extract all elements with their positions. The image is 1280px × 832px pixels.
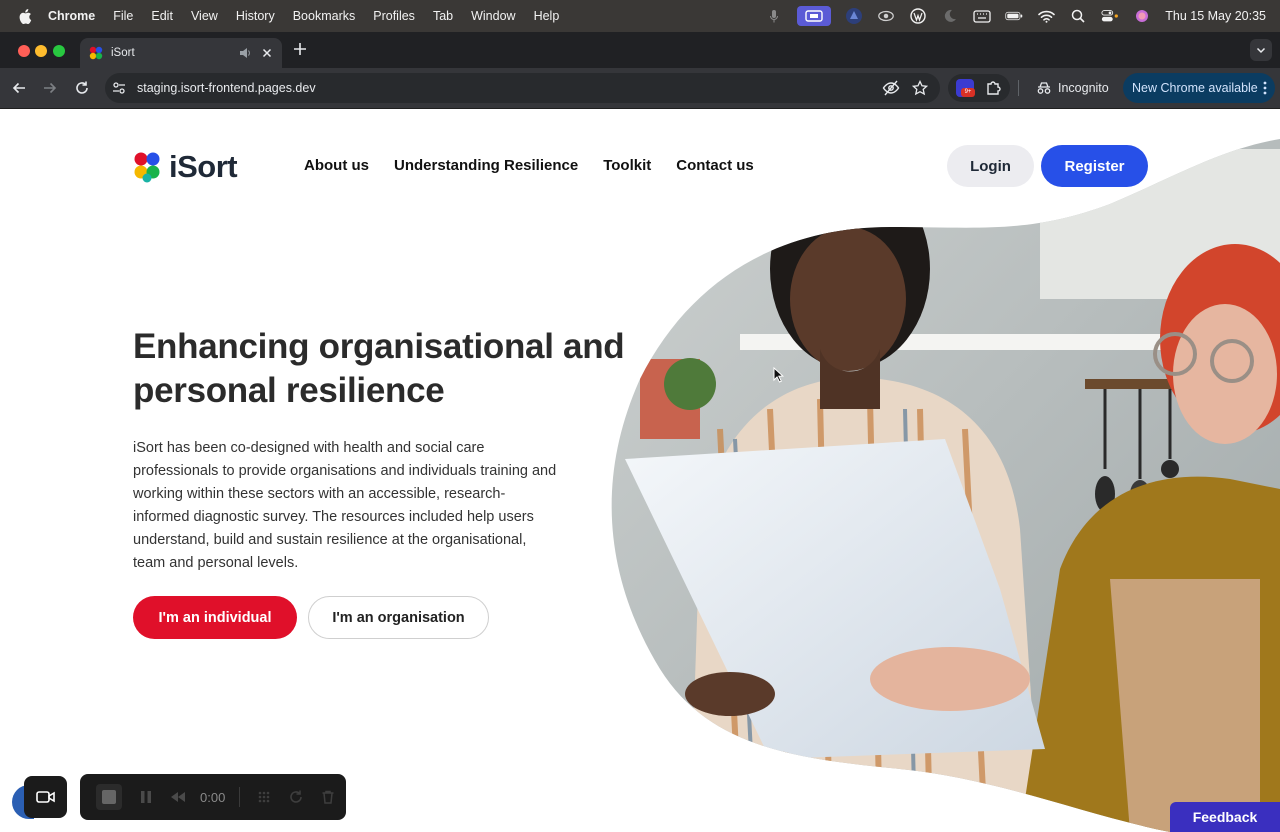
- rings-icon[interactable]: [877, 9, 895, 23]
- login-button[interactable]: Login: [947, 145, 1034, 187]
- forward-arrow-icon[interactable]: [41, 79, 59, 97]
- extensions-group: 9+: [948, 74, 1010, 102]
- hero-description: iSort has been co-designed with health a…: [133, 440, 557, 571]
- isort-logo-icon: [134, 152, 160, 183]
- rewind-icon[interactable]: [170, 789, 186, 805]
- logo-text: iSort: [169, 149, 238, 184]
- organisation-button[interactable]: I'm an organisation: [308, 596, 489, 639]
- individual-button[interactable]: I'm an individual: [133, 596, 297, 639]
- site-settings-icon[interactable]: [111, 80, 127, 96]
- wifi-icon[interactable]: [1037, 9, 1055, 23]
- wordpress-icon[interactable]: [909, 8, 927, 24]
- back-arrow-icon[interactable]: [10, 79, 28, 97]
- siri-icon[interactable]: [1133, 9, 1151, 23]
- bookmark-star-icon[interactable]: [912, 80, 928, 96]
- chevron-down-icon: [1256, 47, 1266, 54]
- restart-icon[interactable]: [288, 789, 304, 805]
- recorder-time: 0:00: [200, 789, 226, 805]
- new-chrome-label: New Chrome available: [1132, 81, 1258, 95]
- active-tab[interactable]: iSort: [80, 38, 282, 68]
- reload-icon[interactable]: [73, 79, 91, 97]
- control-center-icon[interactable]: [1101, 9, 1119, 23]
- menu-tab[interactable]: Tab: [433, 9, 453, 23]
- menu-window[interactable]: Window: [471, 9, 515, 23]
- menu-bookmarks[interactable]: Bookmarks: [293, 9, 356, 23]
- new-chrome-available-button[interactable]: New Chrome available: [1123, 73, 1275, 103]
- macos-menu-bar: Chrome File Edit View History Bookmarks …: [0, 0, 1280, 32]
- window-zoom-button[interactable]: [53, 45, 65, 57]
- browser-tab-strip: iSort: [0, 32, 1280, 68]
- drag-handle-icon[interactable]: [256, 789, 272, 805]
- pause-icon[interactable]: [138, 789, 154, 805]
- trash-icon[interactable]: [320, 789, 336, 805]
- more-menu-icon[interactable]: [1263, 81, 1267, 95]
- menu-file[interactable]: File: [113, 9, 133, 23]
- mouse-cursor-icon: [773, 367, 785, 383]
- recorder-camera-button[interactable]: [24, 776, 67, 818]
- recorder-stop-button[interactable]: [96, 784, 122, 810]
- menu-app-name[interactable]: Chrome: [48, 9, 95, 23]
- tracking-blocked-eye-icon[interactable]: [882, 79, 900, 97]
- screen-recording-icon[interactable]: [797, 6, 832, 26]
- keyboard-icon[interactable]: [973, 9, 991, 23]
- address-bar[interactable]: staging.isort-frontend.pages.dev: [105, 73, 940, 103]
- extension-badge: 9+: [961, 88, 975, 97]
- url-text[interactable]: staging.isort-frontend.pages.dev: [137, 81, 882, 95]
- stop-icon: [102, 790, 116, 804]
- toolbar-divider: [1018, 80, 1019, 96]
- main-navigation: About us Understanding Resilience Toolki…: [304, 157, 754, 174]
- tab-close-icon[interactable]: [260, 46, 274, 60]
- incognito-icon: [1037, 82, 1051, 94]
- menu-profiles[interactable]: Profiles: [373, 9, 415, 23]
- isort-favicon-icon: [89, 46, 103, 60]
- tab-title: iSort: [111, 47, 135, 59]
- incognito-indicator[interactable]: Incognito: [1028, 74, 1118, 102]
- web-page: iSort About us Understanding Resilience …: [0, 109, 1280, 832]
- menu-edit[interactable]: Edit: [151, 9, 173, 23]
- incognito-label: Incognito: [1058, 81, 1109, 95]
- tab-search-button[interactable]: [1250, 39, 1272, 61]
- browser-toolbar: staging.isort-frontend.pages.dev 9+ Inco…: [0, 68, 1280, 109]
- recorder-controls: 0:00: [80, 774, 346, 820]
- feedback-button[interactable]: Feedback: [1170, 802, 1280, 832]
- nav-about-us[interactable]: About us: [304, 157, 369, 174]
- new-tab-icon[interactable]: [291, 40, 309, 58]
- tab-audio-icon[interactable]: [238, 46, 252, 60]
- register-button[interactable]: Register: [1041, 145, 1148, 187]
- menu-help[interactable]: Help: [534, 9, 560, 23]
- nav-contact-us[interactable]: Contact us: [676, 157, 754, 174]
- nav-understanding-resilience[interactable]: Understanding Resilience: [394, 157, 578, 174]
- battery-icon[interactable]: [1005, 9, 1023, 23]
- nav-toolkit[interactable]: Toolkit: [603, 157, 651, 174]
- recorder-divider: [239, 787, 241, 807]
- apple-icon[interactable]: [18, 8, 32, 24]
- menubar-clock[interactable]: Thu 15 May 20:35: [1165, 9, 1266, 23]
- site-logo[interactable]: iSort: [133, 147, 245, 187]
- menu-view[interactable]: View: [191, 9, 218, 23]
- alert-app-icon[interactable]: [845, 8, 863, 24]
- spotlight-search-icon[interactable]: [1069, 9, 1087, 23]
- video-camera-icon: [35, 791, 55, 803]
- hero-title: Enhancing organisational and personal re…: [133, 327, 625, 410]
- menu-history[interactable]: History: [236, 9, 275, 23]
- extensions-puzzle-icon[interactable]: [985, 79, 1003, 97]
- microphone-icon[interactable]: [765, 9, 783, 23]
- moon-icon[interactable]: [941, 9, 959, 23]
- window-close-button[interactable]: [18, 45, 30, 57]
- window-minimize-button[interactable]: [35, 45, 47, 57]
